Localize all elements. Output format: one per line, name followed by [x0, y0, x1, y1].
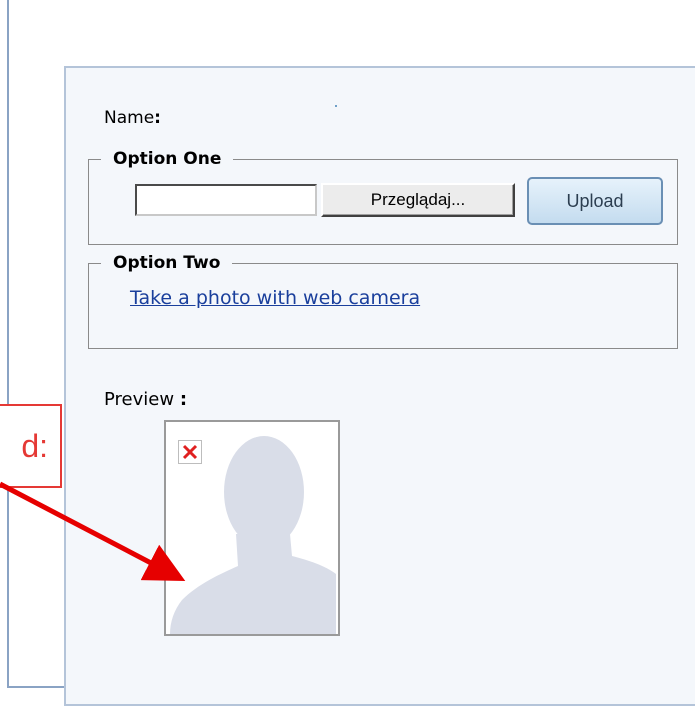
annotation-arrow-icon: [0, 481, 186, 581]
